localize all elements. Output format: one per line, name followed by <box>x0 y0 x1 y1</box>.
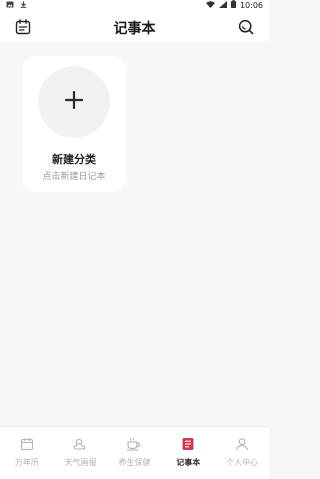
notebook-icon <box>180 436 196 452</box>
tea-cup-icon <box>126 436 142 452</box>
image-notification-icon <box>6 0 14 12</box>
search-icon[interactable] <box>237 18 255 36</box>
tab-weather[interactable]: 天气画报 <box>54 427 108 479</box>
tab-label: 万年历 <box>14 458 39 467</box>
status-right-icons: 10:06 <box>205 0 263 12</box>
add-category-button[interactable] <box>38 66 110 138</box>
app-header: 记事本 <box>0 12 269 42</box>
notebook-content: 新建分类 点击新建日记本 <box>0 42 269 426</box>
status-time: 10:06 <box>239 1 263 10</box>
new-category-subtitle: 点击新建日记本 <box>42 172 106 182</box>
weather-icon <box>73 436 89 452</box>
wifi-icon <box>205 0 215 12</box>
tab-health[interactable]: 养生保健 <box>108 427 162 479</box>
status-left-icons <box>6 0 27 12</box>
tab-label: 记事本 <box>176 458 201 467</box>
new-category-card[interactable]: 新建分类 点击新建日记本 <box>22 56 126 192</box>
page-title: 记事本 <box>113 21 156 37</box>
tab-calendar[interactable]: 万年历 <box>0 427 54 479</box>
plus-icon <box>64 90 84 114</box>
new-category-title: 新建分类 <box>52 153 96 166</box>
tab-label: 养生保健 <box>118 458 151 467</box>
tab-profile[interactable]: 个人中心 <box>215 427 269 479</box>
tab-label: 天气画报 <box>64 458 97 467</box>
tab-label: 个人中心 <box>226 458 259 467</box>
person-icon <box>234 436 250 452</box>
calendar-icon <box>19 436 35 452</box>
bottom-tab-bar: 万年历 天气画报 养生保健 记事本 个人中心 <box>0 426 269 479</box>
signal-icon <box>218 0 227 12</box>
download-notification-icon <box>20 0 27 12</box>
status-bar: 10:06 <box>0 0 269 12</box>
tab-notebook[interactable]: 记事本 <box>161 427 215 479</box>
battery-icon <box>230 0 236 12</box>
